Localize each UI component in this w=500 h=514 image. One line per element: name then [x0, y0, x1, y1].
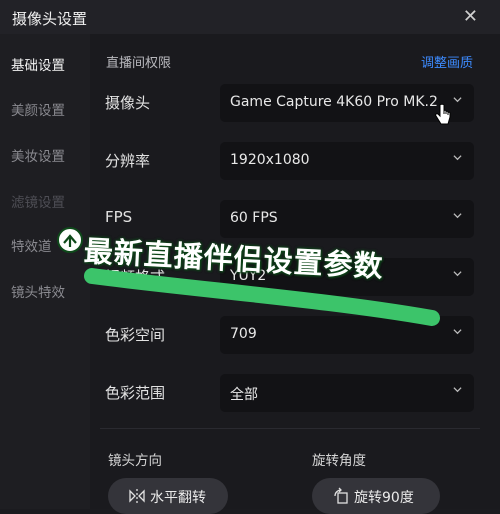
- sidebar-item-lens-effects[interactable]: 镜头特效: [11, 281, 65, 301]
- color-range-value: 全部: [230, 387, 258, 403]
- color-space-label: 色彩空间: [105, 326, 166, 344]
- lens-direction-label: 镜头方向: [108, 453, 162, 469]
- resolution-label: 分辨率: [105, 152, 151, 170]
- window-title: 摄像头设置: [12, 10, 88, 28]
- adjust-quality-link[interactable]: 调整画质: [421, 52, 473, 71]
- chevron-down-icon: [453, 329, 462, 335]
- chevron-down-icon: [453, 213, 462, 219]
- chevron-down-icon: [453, 387, 462, 393]
- fps-value: 60 FPS: [230, 210, 278, 226]
- fps-label: FPS: [105, 208, 133, 226]
- section-title: 直播间权限: [106, 56, 172, 71]
- camera-label: 摄像头: [105, 94, 151, 112]
- close-icon[interactable]: ✕: [463, 6, 478, 27]
- color-space-select[interactable]: 709: [220, 316, 474, 354]
- rotation-label: 旋转角度: [312, 453, 366, 469]
- resolution-select[interactable]: 1920x1080: [220, 142, 474, 180]
- sidebar: 基础设置 美颜设置 美妆设置 滤镜设置 特效道 镜头特效: [0, 34, 90, 509]
- hand-cursor-icon: [435, 103, 451, 125]
- flip-button-label: 水平翻转: [150, 490, 206, 506]
- divider: [100, 428, 480, 429]
- color-range-label: 色彩范围: [105, 384, 166, 402]
- chevron-down-icon: [453, 271, 462, 277]
- chevron-down-icon: [453, 155, 462, 161]
- resolution-value: 1920x1080: [230, 152, 310, 168]
- sidebar-item-filter[interactable]: 滤镜设置: [11, 191, 65, 211]
- flip-icon: [129, 489, 145, 503]
- color-space-value: 709: [230, 326, 257, 342]
- sidebar-item-effects[interactable]: 特效道: [11, 235, 52, 255]
- sidebar-item-beauty[interactable]: 美颜设置: [11, 99, 65, 119]
- fps-select[interactable]: 60 FPS: [220, 200, 474, 238]
- rotate-button-label: 旋转90度: [354, 490, 414, 506]
- sidebar-item-makeup[interactable]: 美妆设置: [11, 145, 65, 165]
- camera-value: Game Capture 4K60 Pro MK.2: [230, 94, 438, 110]
- title-bar: 摄像头设置 ✕: [0, 0, 500, 34]
- sidebar-item-basic[interactable]: 基础设置: [11, 54, 65, 74]
- chevron-down-icon: [453, 97, 462, 103]
- rotate-icon: [334, 487, 348, 504]
- color-range-select[interactable]: 全部: [220, 374, 474, 412]
